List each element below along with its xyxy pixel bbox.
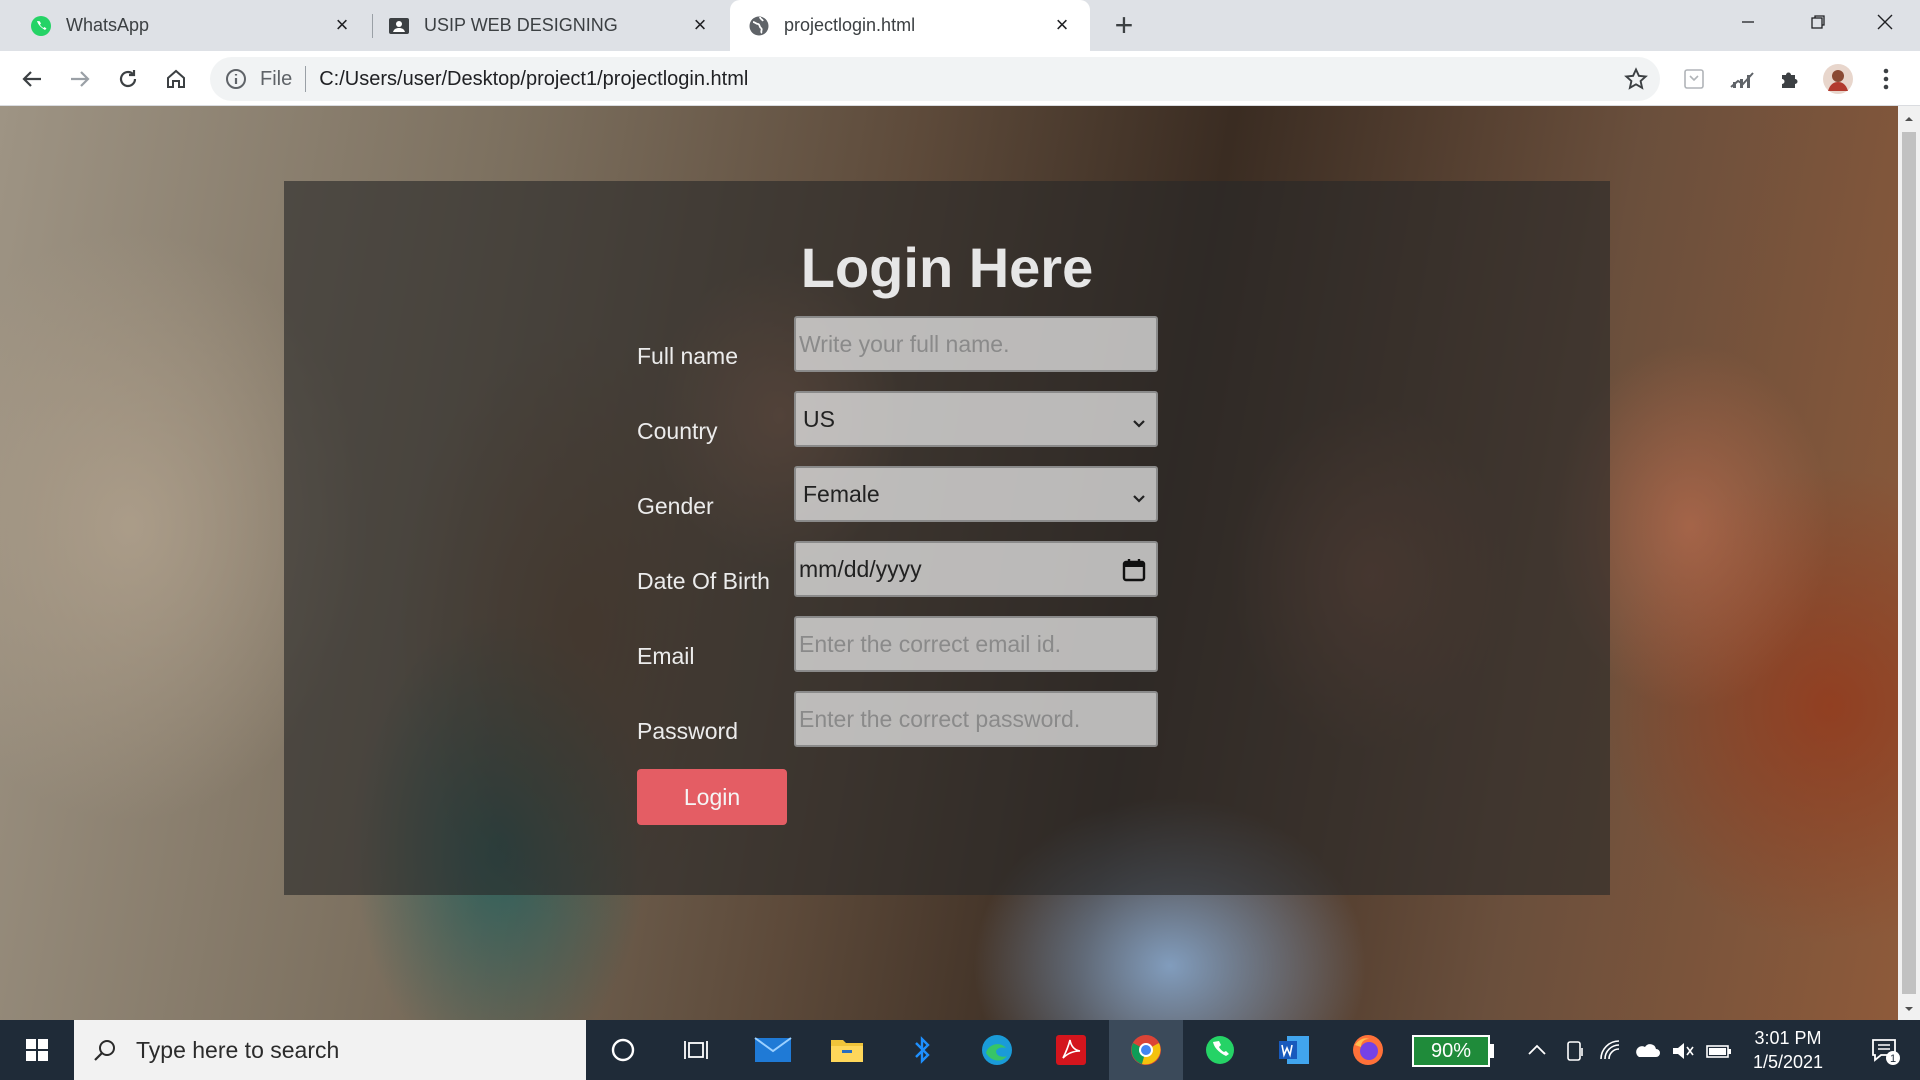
login-button[interactable]: Login <box>637 769 787 825</box>
full-name-label: Full name <box>637 343 738 369</box>
battery-tip <box>1490 1044 1494 1058</box>
close-tab-icon[interactable]: × <box>1050 13 1074 37</box>
chrome-taskbar-icon[interactable] <box>1109 1020 1183 1080</box>
dob-input[interactable]: mm/dd/yyyy <box>794 541 1158 597</box>
battery-tray-icon[interactable] <box>1706 1038 1732 1064</box>
gender-value: Female <box>803 480 880 507</box>
close-tab-icon[interactable]: × <box>330 13 354 37</box>
onedrive-cloud-icon[interactable] <box>1634 1038 1660 1064</box>
tab-title: USIP WEB DESIGNING <box>424 15 618 35</box>
email-placeholder: Enter the correct email id. <box>799 630 1062 657</box>
info-icon[interactable] <box>224 67 248 91</box>
page-title: Login Here <box>800 236 1094 299</box>
chevron-down-icon <box>1130 411 1148 429</box>
notification-count: 1 <box>1890 1053 1896 1065</box>
page-content: Login Here Full name Write your full nam… <box>0 106 1898 1020</box>
chrome-menu-icon[interactable] <box>1868 61 1904 97</box>
scroll-up-arrow-icon[interactable] <box>1903 112 1915 124</box>
dob-label: Date Of Birth <box>637 568 770 594</box>
scrollbar-thumb[interactable] <box>1902 132 1916 994</box>
mail-icon[interactable] <box>736 1020 810 1080</box>
reload-button[interactable] <box>110 61 146 97</box>
address-divider <box>305 66 307 92</box>
edge-browser-icon[interactable] <box>960 1020 1034 1080</box>
word-icon[interactable] <box>1257 1020 1331 1080</box>
minimize-button[interactable] <box>1713 0 1783 44</box>
back-button[interactable] <box>14 61 50 97</box>
calendar-icon[interactable] <box>1120 556 1148 584</box>
firefox-icon[interactable] <box>1331 1020 1405 1080</box>
whatsapp-taskbar-icon[interactable] <box>1183 1020 1257 1080</box>
notification-center-icon[interactable]: 1 <box>1850 1020 1920 1080</box>
country-value: US <box>803 405 835 432</box>
tab-usip-web-designing[interactable]: USIP WEB DESIGNING × <box>374 0 728 51</box>
gender-label: Gender <box>637 493 714 519</box>
search-placeholder: Type here to search <box>136 1036 340 1063</box>
tab-divider <box>372 14 373 38</box>
forward-button[interactable] <box>62 61 98 97</box>
full-name-placeholder: Write your full name. <box>799 330 1010 357</box>
whatsapp-icon <box>30 15 52 37</box>
tab-strip: WhatsApp × USIP WEB DESIGNING × projectl… <box>0 0 1920 51</box>
system-clock[interactable]: 3:01 PM 1/5/2021 <box>1740 1026 1836 1074</box>
profile-avatar[interactable] <box>1820 61 1856 97</box>
globe-icon <box>748 15 770 37</box>
tab-title: projectlogin.html <box>784 15 916 35</box>
restore-button[interactable] <box>1783 0 1853 44</box>
scheme-label: File <box>260 67 293 90</box>
task-view-icon[interactable] <box>660 1020 734 1080</box>
bookmark-star-icon[interactable] <box>1624 67 1648 91</box>
acrobat-reader-icon[interactable] <box>1034 1020 1108 1080</box>
bluetooth-icon[interactable] <box>885 1020 959 1080</box>
scroll-down-arrow-icon[interactable] <box>1903 1002 1915 1014</box>
battery-meter[interactable]: 90% <box>1412 1035 1490 1067</box>
home-button[interactable] <box>158 61 194 97</box>
password-label: Password <box>637 718 738 744</box>
password-placeholder: Enter the correct password. <box>799 705 1081 732</box>
wifi-icon[interactable] <box>1598 1038 1624 1064</box>
country-select[interactable]: US <box>794 391 1158 447</box>
gender-select[interactable]: Female <box>794 466 1158 522</box>
search-icon <box>92 1037 118 1063</box>
volume-muted-icon[interactable] <box>1670 1038 1696 1064</box>
country-label: Country <box>637 418 718 444</box>
close-window-button[interactable] <box>1850 0 1920 44</box>
email-input[interactable]: Enter the correct email id. <box>794 616 1158 672</box>
device-icon[interactable] <box>1562 1038 1588 1064</box>
browser-toolbar: File C:/Users/user/Desktop/project1/proj… <box>0 51 1920 106</box>
file-explorer-icon[interactable] <box>810 1020 884 1080</box>
close-tab-icon[interactable]: × <box>688 13 712 37</box>
tab-title: WhatsApp <box>66 15 150 35</box>
url-text[interactable]: C:/Users/user/Desktop/project1/projectlo… <box>319 68 748 91</box>
chart-extension-icon[interactable] <box>1724 61 1760 97</box>
chevron-up-icon[interactable] <box>1524 1038 1550 1064</box>
email-label: Email <box>637 643 695 669</box>
extensions-puzzle-icon[interactable] <box>1772 61 1808 97</box>
contact-card-icon <box>388 15 410 37</box>
clock-time: 3:01 PM <box>1754 1028 1822 1048</box>
tab-projectlogin[interactable]: projectlogin.html × <box>730 0 1090 51</box>
extension-box-icon[interactable] <box>1676 61 1712 97</box>
login-panel: Login Here Full name Write your full nam… <box>284 181 1610 895</box>
new-tab-button[interactable]: + <box>1108 9 1140 42</box>
dob-placeholder: mm/dd/yyyy <box>799 555 922 582</box>
full-name-input[interactable]: Write your full name. <box>794 316 1158 372</box>
taskbar-search-box[interactable]: Type here to search <box>74 1020 586 1080</box>
address-bar[interactable]: File C:/Users/user/Desktop/project1/proj… <box>210 57 1660 101</box>
cortana-icon[interactable] <box>586 1020 660 1080</box>
vertical-scrollbar[interactable] <box>1898 106 1920 1020</box>
tab-whatsapp[interactable]: WhatsApp × <box>0 0 370 51</box>
windows-start-icon[interactable] <box>0 1020 74 1080</box>
windows-taskbar: Type here to search 90% 3:01 PM 1/5/2021 <box>0 1020 1920 1080</box>
password-input[interactable]: Enter the correct password. <box>794 691 1158 747</box>
clock-date: 1/5/2021 <box>1752 1052 1824 1072</box>
chevron-down-icon <box>1130 486 1148 504</box>
